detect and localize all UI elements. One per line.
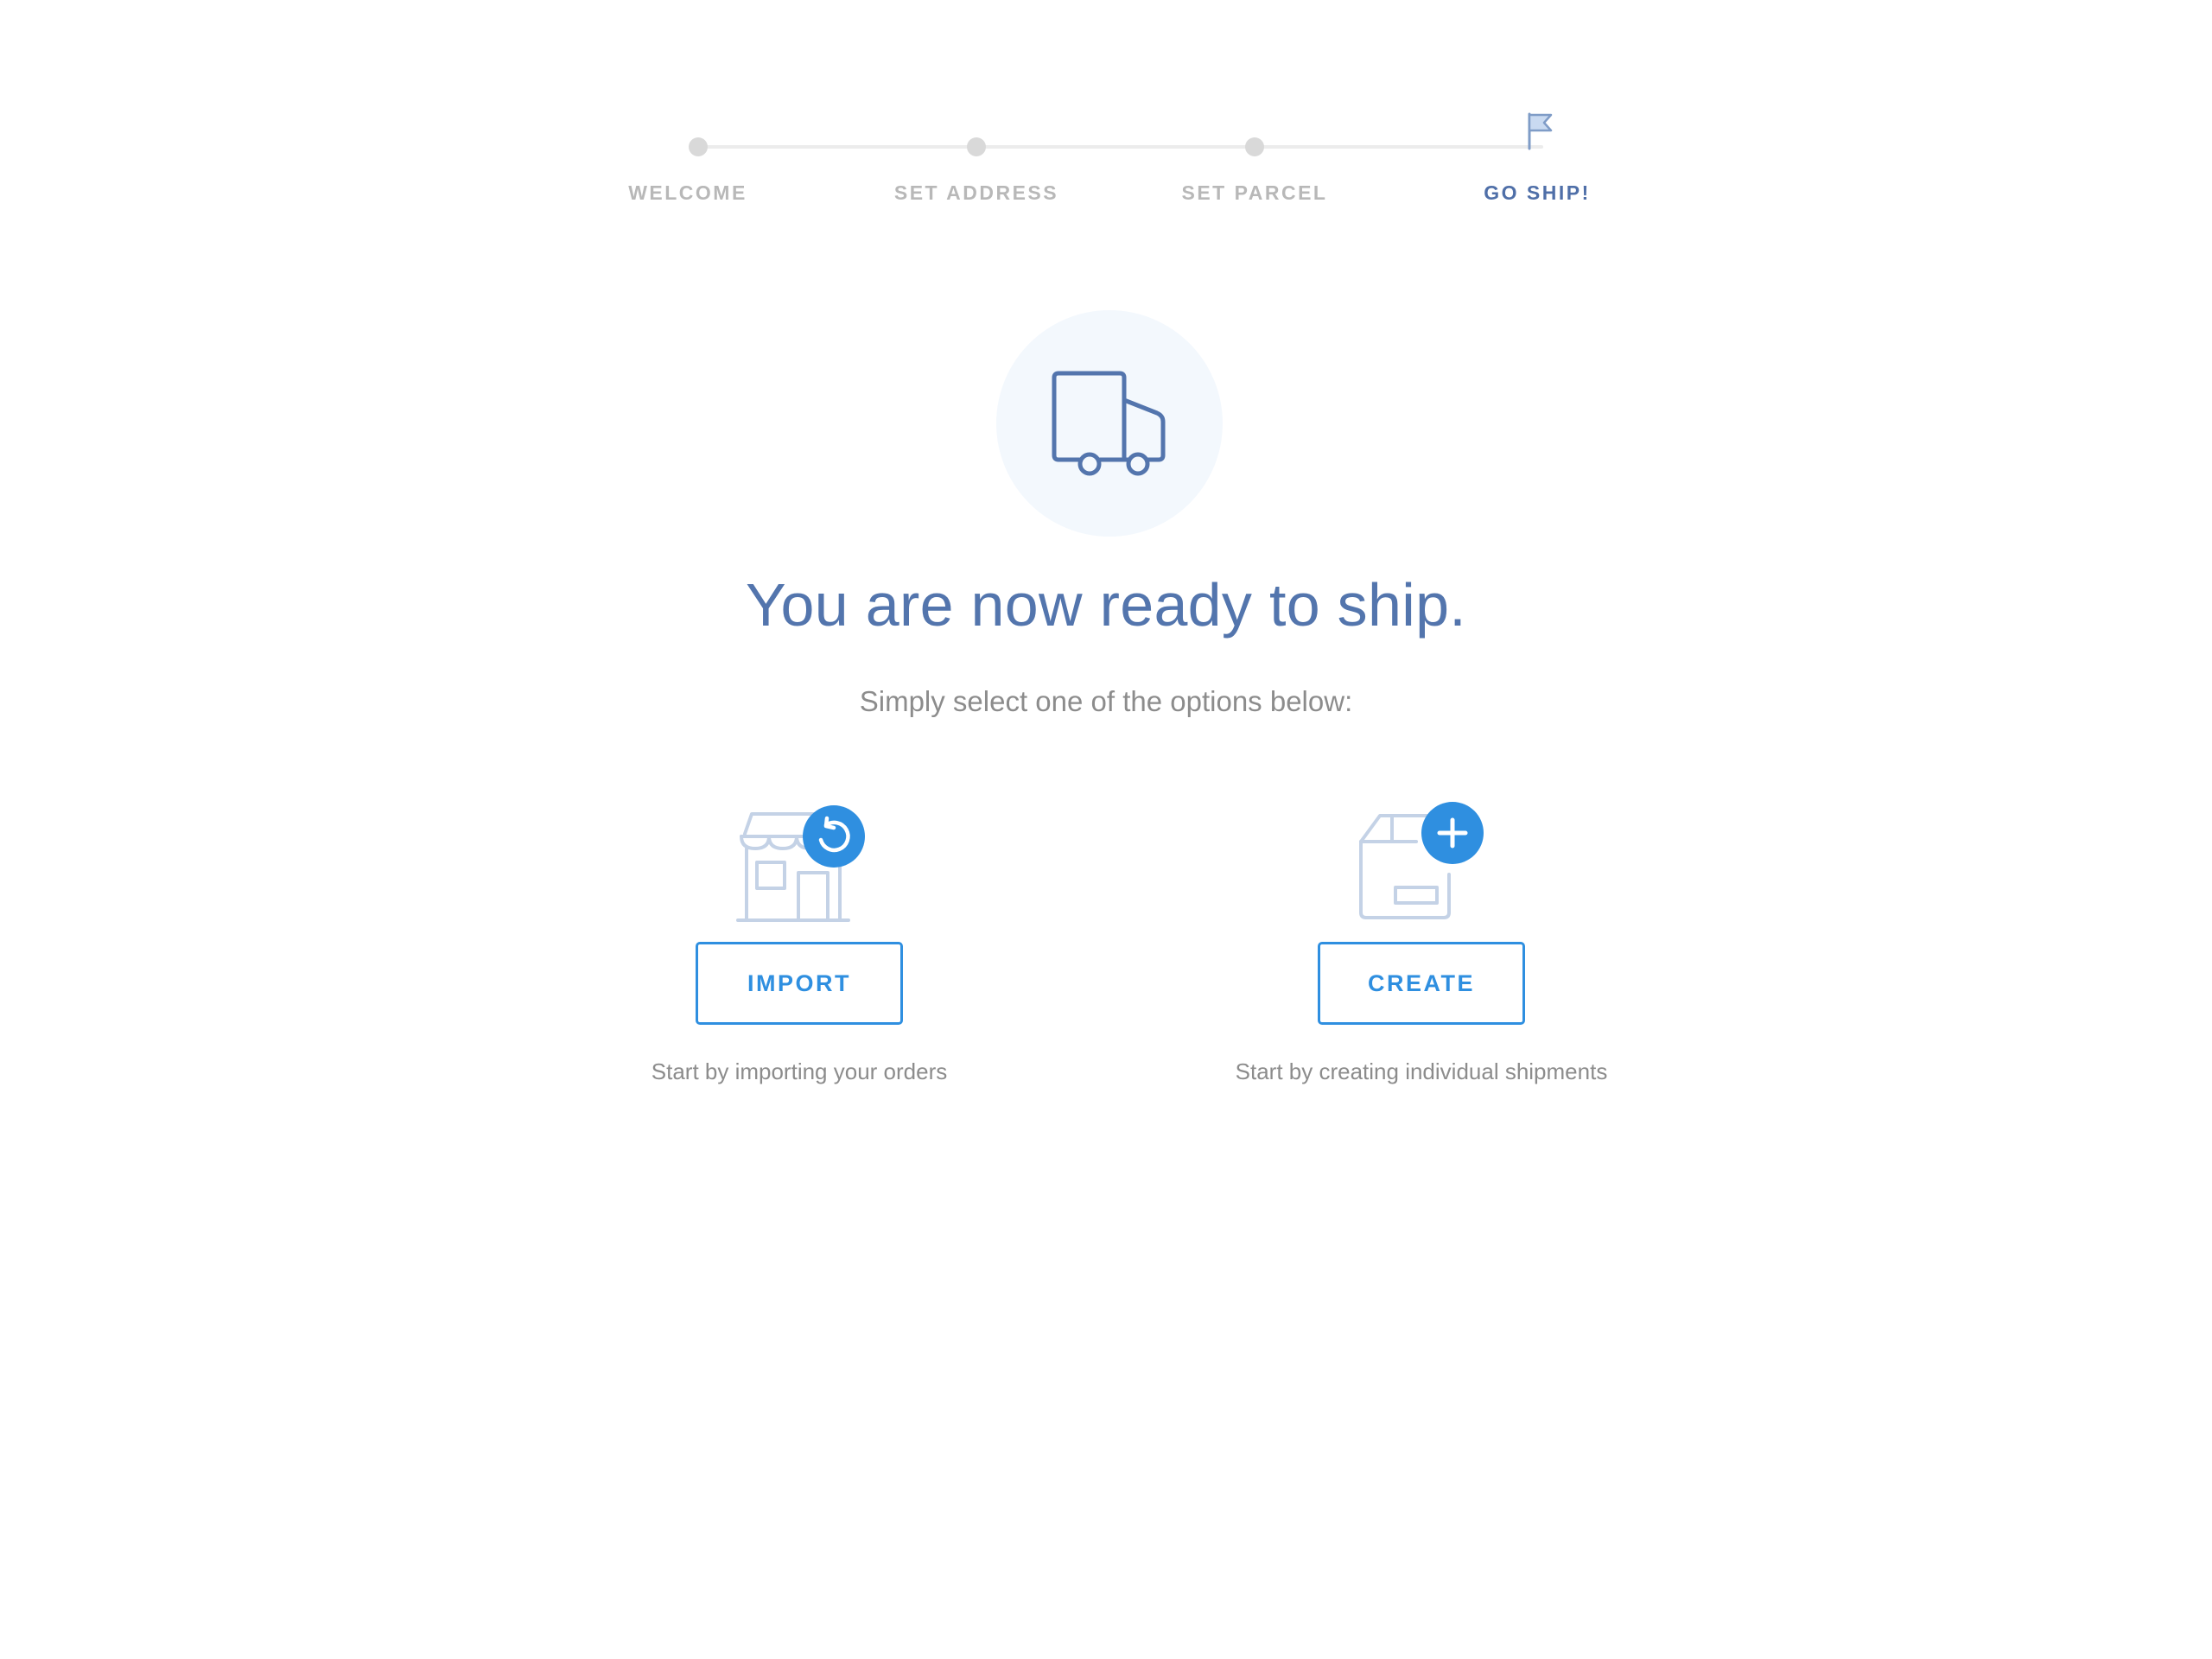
hero-icon-circle [996, 310, 1223, 537]
flag-icon [1528, 112, 1553, 150]
truck-icon [1052, 371, 1166, 476]
import-description: Start by importing your orders [651, 1058, 948, 1084]
create-option-card: CREATE Start by creating individual ship… [1162, 778, 1681, 1106]
step-label-set-parcel: SET PARCEL [1181, 181, 1328, 204]
import-option-card: IMPORT Start by importing your orders [540, 778, 1058, 1106]
step-label-welcome: WELCOME [628, 181, 747, 204]
create-button[interactable]: CREATE [1318, 942, 1525, 1025]
page-subtitle: Simply select one of the options below: [859, 685, 1353, 717]
store-sync-icon [736, 805, 865, 922]
step-dot-set-address [967, 137, 986, 156]
page-title: You are now ready to ship. [745, 571, 1467, 639]
onboarding-stepper: WELCOME SET ADDRESS SET PARCEL GO SHIP! [0, 0, 2212, 259]
step-dot-set-parcel [1245, 137, 1264, 156]
step-label-set-address: SET ADDRESS [893, 181, 1059, 204]
stepper-track [698, 145, 1543, 149]
step-label-go-ship: GO SHIP! [1484, 181, 1591, 204]
create-description: Start by creating individual shipments [1235, 1058, 1608, 1084]
step-dot-welcome [689, 137, 708, 156]
package-add-icon [1359, 802, 1484, 919]
import-button[interactable]: IMPORT [696, 942, 903, 1025]
